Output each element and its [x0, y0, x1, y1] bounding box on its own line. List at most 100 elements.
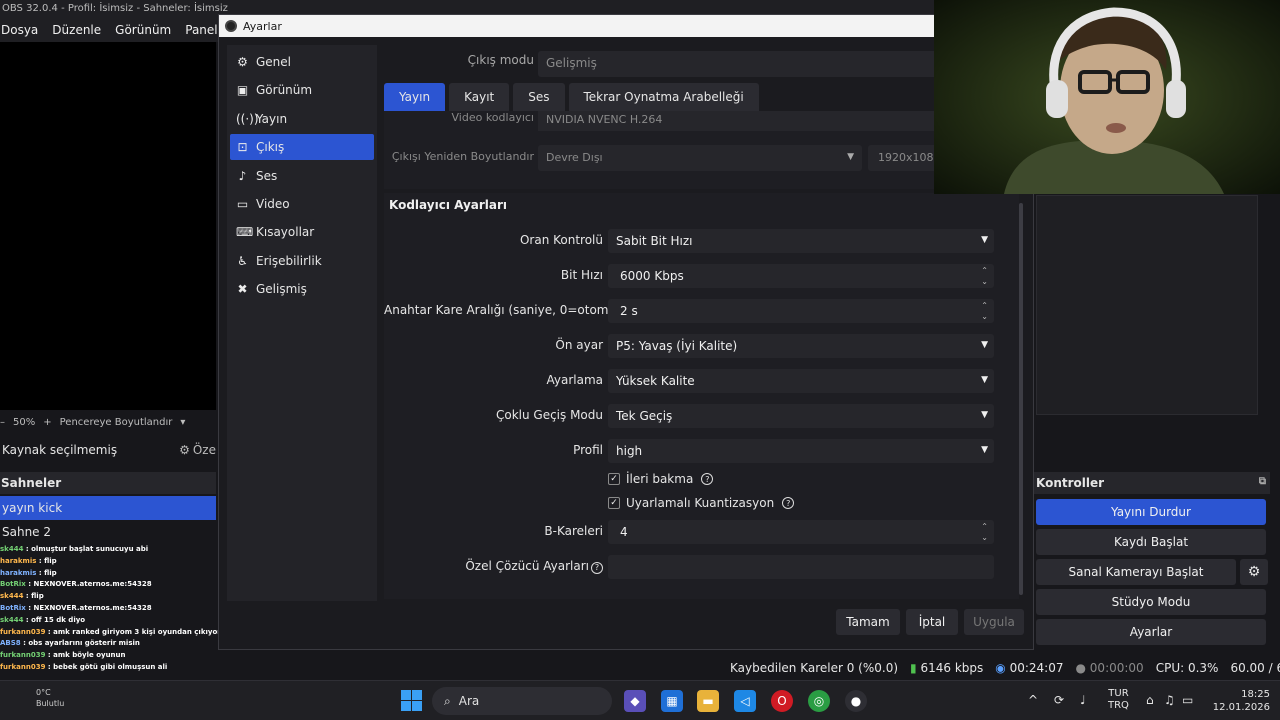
menu-edit[interactable]: Düzenle — [52, 23, 101, 42]
sidebar-item-appearance[interactable]: ▣ Görünüm — [230, 77, 374, 103]
lookahead-checkbox[interactable]: ✓ İleri bakma ? — [608, 470, 714, 488]
clock[interactable]: 18:25 12.01.2026 — [1208, 688, 1270, 714]
sidebar-item-video[interactable]: ▭ Video — [230, 191, 374, 217]
settings-button[interactable]: Ayarlar — [1036, 619, 1266, 645]
tab-stream[interactable]: Yayın — [384, 83, 446, 111]
spin-arrows-icon[interactable]: ⌃ ⌄ — [981, 265, 988, 287]
dialog-titlebar[interactable]: Ayarlar — [219, 15, 1035, 37]
file-explorer-icon[interactable]: ▬ — [697, 690, 719, 712]
bitrate-label: Bit Hızı — [560, 268, 603, 282]
adaptive-quantization-checkbox[interactable]: ✓ Uyarlamalı Kuantizasyon ? — [608, 494, 795, 512]
microphone-icon[interactable]: ♩ — [1080, 693, 1086, 707]
fps-readout: 60.00 / 60.00 FPS — [1230, 661, 1280, 675]
virtual-camera-button[interactable]: Sanal Kamerayı Başlat — [1036, 559, 1236, 585]
tuning-label: Ayarlama — [546, 373, 603, 387]
preset-row: Ön ayar P5: Yavaş (İyi Kalite) ▼ — [384, 334, 1019, 358]
tab-recording[interactable]: Kayıt — [449, 83, 510, 111]
spin-arrows-icon[interactable]: ⌃ ⌄ — [981, 521, 988, 543]
chevron-down-icon: ▼ — [981, 235, 988, 245]
menu-view[interactable]: Görünüm — [115, 23, 171, 42]
chevron-down-icon[interactable]: ▾ — [180, 417, 185, 428]
profile-select[interactable]: high ▼ — [608, 439, 994, 463]
checkmark-icon[interactable]: ✓ — [608, 497, 620, 509]
cancel-button[interactable]: İptal — [906, 609, 958, 635]
scene-item-active[interactable]: yayın kick — [0, 496, 216, 520]
keyboard-icon: ⌨ — [236, 225, 254, 239]
sidebar-item-advanced[interactable]: ✖ Gelişmiş — [230, 276, 374, 302]
properties-label: Öze — [192, 443, 216, 457]
obs-icon[interactable]: ● — [845, 690, 867, 712]
multipass-select[interactable]: Tek Geçiş ▼ — [608, 404, 994, 428]
preset-select[interactable]: P5: Yavaş (İyi Kalite) ▼ — [608, 334, 994, 358]
fit-to-window[interactable]: Pencereye Boyutlandır — [60, 417, 173, 428]
weather-widget[interactable]: 0°C Bulutlu — [0, 681, 100, 720]
sidebar-item-accessibility[interactable]: ♿ Erişebilirlik — [230, 248, 374, 274]
sidebar-item-general[interactable]: ⚙ Genel — [230, 49, 374, 75]
help-icon[interactable]: ? — [591, 561, 603, 574]
start-button[interactable] — [401, 690, 422, 711]
checkmark-icon[interactable]: ✓ — [608, 473, 620, 485]
spin-arrows-icon[interactable]: ⌃ ⌄ — [981, 300, 988, 322]
stop-stream-button[interactable]: Yayını Durdur — [1036, 499, 1266, 525]
gear-icon: ⚙ — [179, 443, 190, 457]
chat-username: furkann039 — [0, 651, 46, 660]
ok-button[interactable]: Tamam — [836, 609, 900, 635]
apply-button[interactable]: Uygula — [964, 609, 1024, 635]
studio-mode-button[interactable]: Stüdyo Modu — [1036, 589, 1266, 615]
status-bar: Kaybedilen Kareler 0 (%0.0) ▮ 6146 kbps … — [640, 656, 1280, 680]
virtual-camera-settings-button[interactable]: ⚙ — [1240, 559, 1268, 585]
network-icon[interactable]: ⌂ — [1146, 693, 1154, 707]
tuning-select[interactable]: Yüksek Kalite ▼ — [608, 369, 994, 393]
volume-icon[interactable]: ♫ — [1164, 693, 1175, 707]
copilot-icon[interactable]: ◆ — [624, 690, 646, 712]
bitrate-spinbox[interactable]: 6000 Kbps ⌃ ⌄ — [608, 264, 994, 288]
chevron-up-icon[interactable]: ^ — [1028, 693, 1038, 707]
chat-message: ABS8 : obs ayarlarını gösterir misin — [0, 638, 230, 650]
bframes-spinbox[interactable]: 4 ⌃ ⌄ — [608, 520, 994, 544]
cpu-usage: CPU: 0.3% — [1155, 661, 1219, 675]
sidebar-item-stream[interactable]: ((·)) Yayın — [230, 106, 374, 132]
rescale-select[interactable]: Devre Dışı ▼ — [538, 145, 862, 171]
sidebar-item-hotkeys[interactable]: ⌨ Kısayollar — [230, 219, 374, 245]
sidebar-item-output[interactable]: ⊡ Çıkış — [230, 134, 374, 160]
chat-text: : NEXNOVER.aternos.me:54328 — [25, 580, 152, 589]
chat-message: furkann039 : amk ranked giriyom 3 kişi o… — [0, 627, 230, 639]
tab-audio[interactable]: Ses — [513, 83, 565, 111]
battery-icon[interactable]: ▭ — [1182, 693, 1193, 707]
stream-icon: ((·)) — [236, 112, 259, 126]
start-recording-button[interactable]: Kaydı Başlat — [1036, 529, 1266, 555]
chrome-icon[interactable]: ◎ — [808, 690, 830, 712]
opera-icon[interactable]: O — [771, 690, 793, 712]
profile-row: Profil high ▼ — [384, 439, 1019, 463]
help-icon[interactable]: ? — [701, 473, 714, 485]
custom-options-input[interactable] — [608, 555, 994, 579]
properties-button[interactable]: ⚙ Öze — [179, 443, 216, 457]
vscode-icon[interactable]: ◁ — [734, 690, 756, 712]
store-icon[interactable]: ▦ — [661, 690, 683, 712]
scene-item[interactable]: Sahne 2 — [0, 520, 216, 544]
help-icon[interactable]: ? — [782, 497, 795, 509]
keyframe-spinbox[interactable]: 2 s ⌃ ⌄ — [608, 299, 994, 323]
monitor-icon: ▭ — [236, 197, 249, 211]
undock-icon[interactable]: ⧉ — [1259, 476, 1266, 487]
sidebar-item-audio[interactable]: ♪ Ses — [230, 163, 374, 189]
zoom-out-button[interactable]: – — [0, 417, 5, 428]
taskbar-search[interactable]: ⌕ Ara — [432, 687, 612, 715]
chat-message: sk444 : flip — [0, 591, 230, 603]
preview-canvas[interactable] — [0, 42, 216, 410]
chevron-down-icon: ▼ — [981, 410, 988, 420]
chat-text: : flip — [36, 568, 57, 577]
sync-icon[interactable]: ⟳ — [1054, 693, 1064, 707]
speaker-icon: ♪ — [238, 169, 247, 183]
record-time: ● 00:00:00 — [1075, 661, 1144, 675]
chat-username: harakmis — [0, 568, 37, 577]
dialog-title: Ayarlar — [243, 19, 282, 33]
encoder-scrollbar[interactable] — [1019, 203, 1023, 595]
zoom-in-button[interactable]: + — [43, 417, 51, 428]
chevron-down-icon: ▼ — [847, 152, 854, 162]
chat-text: : bebek götü gibi olmuşsun ali — [45, 662, 168, 671]
rate-control-select[interactable]: Sabit Bit Hızı ▼ — [608, 229, 994, 253]
tab-replay-buffer[interactable]: Tekrar Oynatma Arabelleği — [568, 83, 759, 111]
menu-file[interactable]: Dosya — [1, 23, 38, 42]
input-language[interactable]: TUR TRQ — [1108, 688, 1129, 712]
